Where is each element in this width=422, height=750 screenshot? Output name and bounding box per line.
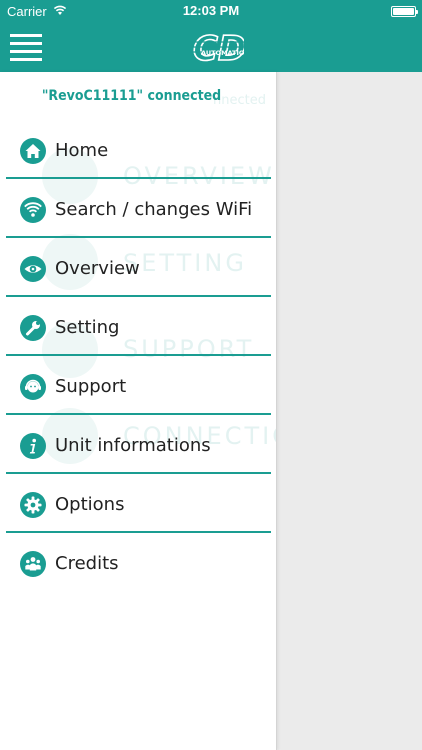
menu-item-label: Search / changes WiFi xyxy=(55,199,253,220)
menu-item-label: Unit informations xyxy=(55,435,211,456)
hamburger-line xyxy=(10,58,42,61)
menu-item-label: Setting xyxy=(55,317,120,338)
battery-icon xyxy=(391,6,418,17)
side-drawer: nnected OVERVIEW SETTING SUPPORT CONNECT… xyxy=(0,72,277,750)
menu-item-overview[interactable]: Overview xyxy=(0,238,271,297)
cd-automation-logo: CD AUTOMATION xyxy=(190,28,244,66)
menu-item-home[interactable]: Home xyxy=(0,120,271,179)
main-content xyxy=(277,72,422,750)
menu-item-label: Overview xyxy=(55,258,140,279)
hamburger-line xyxy=(10,34,42,37)
eye-icon xyxy=(20,256,46,282)
wifi-icon xyxy=(20,197,46,223)
clock: 12:03 PM xyxy=(182,3,240,18)
people-icon xyxy=(20,551,46,577)
hamburger-line xyxy=(10,42,42,45)
gear-icon xyxy=(20,492,46,518)
menu-item-label: Options xyxy=(55,494,125,515)
menu-item-wifi[interactable]: Search / changes WiFi xyxy=(0,179,271,238)
menu-item-unit-informations[interactable]: Unit informations xyxy=(0,415,271,474)
wrench-icon xyxy=(20,315,46,341)
menu-item-options[interactable]: Options xyxy=(0,474,271,533)
hamburger-line xyxy=(10,50,42,53)
menu-list: Home Search / changes WiFi Overview Sett… xyxy=(0,120,271,592)
menu-item-label: Home xyxy=(55,140,109,161)
support-icon xyxy=(20,374,46,400)
menu-item-support[interactable]: Support xyxy=(0,356,271,415)
hamburger-menu-button[interactable] xyxy=(10,33,42,61)
connection-status: "RevoC11111" connected xyxy=(41,88,222,104)
nav-bar: CD AUTOMATION xyxy=(0,22,422,72)
logo-subtext: AUTOMATION xyxy=(201,49,244,57)
menu-item-setting[interactable]: Setting xyxy=(0,297,271,356)
home-icon xyxy=(20,138,46,164)
menu-item-label: Credits xyxy=(55,553,119,574)
info-icon xyxy=(20,433,46,459)
menu-item-label: Support xyxy=(55,376,127,397)
status-bar: Carrier 12:03 PM xyxy=(0,0,422,22)
menu-item-credits[interactable]: Credits xyxy=(0,533,271,592)
